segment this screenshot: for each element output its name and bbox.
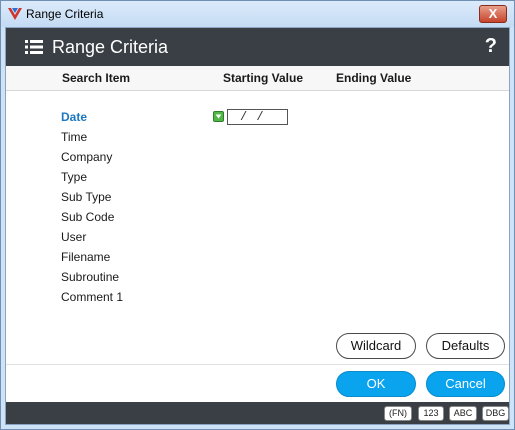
search-item-user[interactable]: User <box>61 230 123 250</box>
window-title: Range Criteria <box>26 7 104 21</box>
window-titlebar[interactable]: Range Criteria X <box>1 1 514 27</box>
search-item-subroutine[interactable]: Subroutine <box>61 270 123 290</box>
wildcard-button[interactable]: Wildcard <box>336 333 416 359</box>
app-logo-icon <box>8 8 22 20</box>
help-button[interactable]: ? <box>485 35 497 58</box>
divider <box>6 364 509 365</box>
date-start-input[interactable]: / / <box>227 109 288 125</box>
column-header-search-item: Search Item <box>62 71 131 85</box>
ok-button[interactable]: OK <box>336 371 416 397</box>
search-item-comment-1[interactable]: Comment 1 <box>61 290 123 310</box>
search-item-time[interactable]: Time <box>61 130 123 150</box>
search-item-list: Date Time Company Type Sub Type Sub Code… <box>61 110 123 310</box>
dialog-content: Range Criteria ? Search Item Starting Va… <box>5 27 510 425</box>
status-badge-dbg[interactable]: DBG <box>482 406 509 421</box>
status-badge-abc[interactable]: ABC <box>449 406 477 421</box>
search-item-filename[interactable]: Filename <box>61 250 123 270</box>
column-header-ending-value: Ending Value <box>336 71 412 85</box>
search-item-company[interactable]: Company <box>61 150 123 170</box>
column-header-starting-value: Starting Value <box>223 71 304 85</box>
page-title: Range Criteria <box>52 37 169 57</box>
dialog-header: Range Criteria ? <box>6 28 509 66</box>
defaults-button[interactable]: Defaults <box>426 333 505 359</box>
search-item-sub-type[interactable]: Sub Type <box>61 190 123 210</box>
close-button[interactable]: X <box>479 5 507 23</box>
status-bar: (FN) 123 ABC DBG <box>6 402 509 424</box>
search-item-type[interactable]: Type <box>61 170 123 190</box>
search-item-date[interactable]: Date <box>61 110 123 130</box>
dialog-window: Range Criteria X Range Criteria ? Search… <box>0 0 515 430</box>
status-badge-123[interactable]: 123 <box>418 406 444 421</box>
dropdown-arrow-icon[interactable] <box>213 111 224 122</box>
cancel-button[interactable]: Cancel <box>426 371 505 397</box>
list-menu-icon[interactable] <box>25 40 43 54</box>
search-item-sub-code[interactable]: Sub Code <box>61 210 123 230</box>
status-badge-fn[interactable]: (FN) <box>384 406 412 421</box>
column-headers: Search Item Starting Value Ending Value <box>6 66 509 91</box>
